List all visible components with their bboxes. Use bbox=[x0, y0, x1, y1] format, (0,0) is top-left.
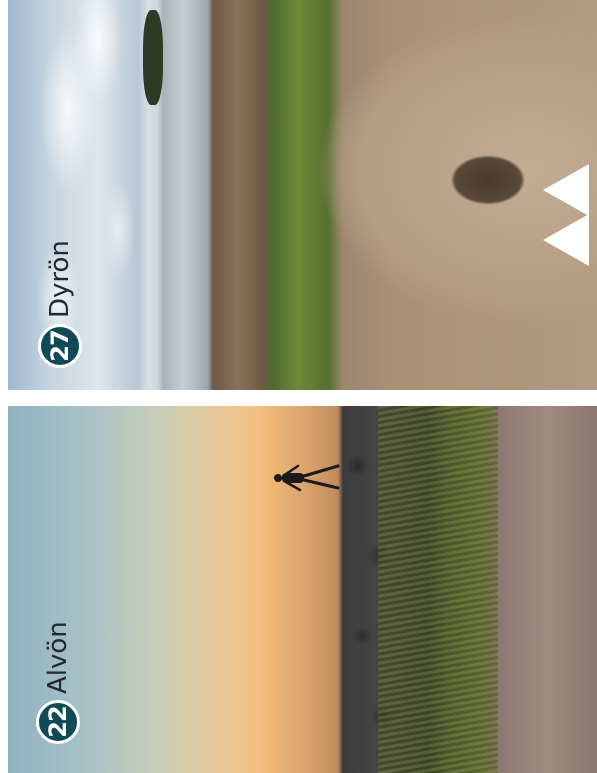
photo-dyron bbox=[8, 0, 597, 390]
shore-grass bbox=[378, 406, 498, 773]
location-name: Dyrön bbox=[45, 240, 75, 318]
location-label-dyron: 27 Dyrön bbox=[38, 240, 82, 368]
location-name: Alvön bbox=[43, 621, 73, 694]
photo-alvon bbox=[8, 406, 597, 773]
location-number-badge: 22 bbox=[36, 700, 80, 744]
person-silhouette-icon bbox=[274, 464, 340, 492]
location-number-badge: 27 bbox=[38, 324, 82, 368]
pointer-triangle-icon bbox=[543, 214, 589, 266]
location-label-alvon: 22 Alvön bbox=[36, 621, 80, 744]
sky-clouds bbox=[8, 0, 158, 390]
pointer-triangle-icon bbox=[543, 164, 589, 216]
distant-island bbox=[143, 10, 163, 105]
